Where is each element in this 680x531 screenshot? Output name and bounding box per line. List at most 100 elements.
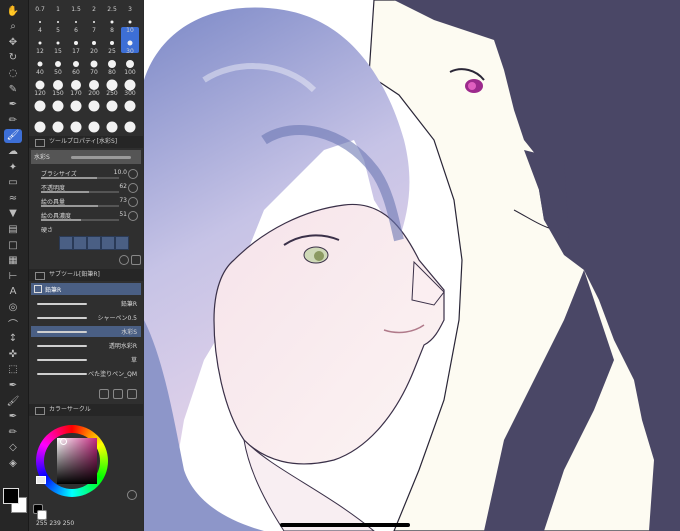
pencil2-icon[interactable]: ✏ bbox=[4, 425, 22, 439]
brush-size-dot bbox=[38, 41, 42, 45]
sub-tool-item[interactable]: 透明水彩R bbox=[31, 340, 141, 351]
brush-stroke-preview bbox=[71, 156, 131, 159]
hand-icon[interactable]: ✋ bbox=[4, 4, 22, 18]
brush-size-item[interactable] bbox=[85, 111, 103, 137]
sub-tool-header[interactable]: サブツール[鉛筆R] bbox=[29, 269, 143, 281]
balloon-icon[interactable]: ◎ bbox=[4, 300, 22, 314]
brush-size-label: 25 bbox=[108, 48, 116, 55]
hardness-step-3[interactable] bbox=[87, 236, 101, 250]
main-color-swatch[interactable] bbox=[3, 488, 19, 504]
pen2-icon[interactable]: ✒ bbox=[4, 378, 22, 392]
property-row[interactable]: ブラシサイズ 10.0 bbox=[31, 168, 141, 180]
delete-subtool-icon[interactable] bbox=[127, 389, 137, 399]
settings-icon[interactable] bbox=[127, 490, 137, 500]
pen-icon[interactable]: ✒ bbox=[4, 98, 22, 112]
property-slider[interactable] bbox=[41, 177, 119, 179]
copy-subtool-icon[interactable] bbox=[113, 389, 123, 399]
sub-tool-item[interactable]: シャーペン0.5 bbox=[31, 312, 141, 323]
pencil-icon[interactable]: ✏ bbox=[4, 113, 22, 127]
property-slider[interactable] bbox=[41, 205, 119, 207]
stroke-preview bbox=[37, 373, 87, 375]
color-circle-header[interactable]: カラーサークル bbox=[29, 404, 143, 416]
hardness-step-4[interactable] bbox=[101, 236, 115, 250]
airbrush-icon[interactable]: ☁ bbox=[4, 144, 22, 158]
brush-size-dot bbox=[106, 79, 118, 91]
sub-tool-item[interactable]: 鉛筆R bbox=[31, 298, 141, 309]
brush-name: 水彩S bbox=[34, 154, 50, 161]
brush-icon[interactable]: 🖌 bbox=[4, 128, 22, 143]
sub-color-chip[interactable] bbox=[37, 510, 47, 520]
brush-size-dot bbox=[93, 21, 95, 23]
dynamics-icon[interactable] bbox=[128, 211, 138, 221]
object-icon[interactable]: ✜ bbox=[4, 347, 22, 361]
hardness-step-5[interactable] bbox=[115, 236, 129, 250]
hardness-step-2[interactable] bbox=[73, 236, 87, 250]
select-icon[interactable]: ⬚ bbox=[4, 363, 22, 377]
stroke-preview bbox=[37, 359, 87, 361]
sub-tool-item[interactable]: 水彩S bbox=[31, 326, 141, 337]
panel-icon bbox=[35, 272, 45, 280]
brush2-icon[interactable]: 🖌 bbox=[4, 394, 22, 408]
property-row[interactable]: 不透明度 62 bbox=[31, 182, 141, 194]
brush-size-label: 0.7 bbox=[35, 6, 45, 13]
hue-indicator[interactable] bbox=[36, 476, 46, 484]
shape-icon[interactable]: ◇ bbox=[4, 441, 22, 455]
ruler-icon[interactable]: ⊢ bbox=[4, 269, 22, 283]
brush-size-dot bbox=[126, 60, 134, 68]
eyedropper-icon[interactable]: ✎ bbox=[4, 82, 22, 96]
brush-size-label: 250 bbox=[106, 90, 118, 97]
brush-size-dot bbox=[34, 100, 46, 112]
brush-size-item[interactable] bbox=[31, 111, 49, 137]
fill2-icon[interactable]: ◈ bbox=[4, 456, 22, 470]
property-value: 62 bbox=[119, 183, 127, 190]
color-circle-title: カラーサークル bbox=[49, 406, 91, 413]
brush-size-label: 200 bbox=[88, 90, 100, 97]
move-icon[interactable]: ✥ bbox=[4, 35, 22, 49]
zoom-icon[interactable]: ⌕ bbox=[4, 20, 22, 34]
brush-size-label: 120 bbox=[34, 90, 46, 97]
rotate-icon[interactable]: ↻ bbox=[4, 51, 22, 65]
lasso-icon[interactable]: ◌ bbox=[4, 66, 22, 80]
brush-size-label: 2.5 bbox=[107, 6, 117, 13]
hardness-step-1[interactable] bbox=[59, 236, 73, 250]
layer-move-icon[interactable]: ↕ bbox=[4, 332, 22, 346]
wrench-icon[interactable] bbox=[131, 255, 141, 265]
pen3-icon[interactable]: ✒ bbox=[4, 410, 22, 424]
fill-icon[interactable]: ▼ bbox=[4, 207, 22, 221]
figure-icon[interactable]: □ bbox=[4, 238, 22, 252]
text-icon[interactable]: A bbox=[4, 285, 22, 299]
dynamics-icon[interactable] bbox=[128, 169, 138, 179]
brush-size-label: 300 bbox=[124, 90, 136, 97]
brush-size-dot bbox=[108, 60, 116, 68]
brush-size-label: 6 bbox=[74, 27, 78, 34]
decoration-icon[interactable]: ✦ bbox=[4, 160, 22, 174]
canvas[interactable] bbox=[144, 0, 680, 531]
correct-line-icon[interactable]: ⌒ bbox=[4, 316, 22, 331]
property-row[interactable]: 絵の具量 73 bbox=[31, 196, 141, 208]
brush-size-item[interactable] bbox=[67, 111, 85, 137]
property-slider[interactable] bbox=[41, 219, 119, 221]
brush-size-item[interactable] bbox=[103, 111, 121, 137]
eraser-icon[interactable]: ▭ bbox=[4, 176, 22, 190]
add-subtool-icon[interactable] bbox=[99, 389, 109, 399]
brush-size-dot bbox=[124, 100, 136, 112]
sub-tool-name: 透明水彩R bbox=[108, 343, 137, 350]
property-row[interactable]: 絵の具濃度 51 bbox=[31, 210, 141, 222]
brush-size-item[interactable] bbox=[121, 111, 139, 137]
dynamics-icon[interactable] bbox=[128, 197, 138, 207]
dynamics-icon[interactable] bbox=[128, 183, 138, 193]
sub-tool-item[interactable]: べた塗りペン_QM bbox=[31, 368, 141, 379]
tool-property-header[interactable]: ツールプロパティ[水彩S] bbox=[29, 136, 143, 148]
property-slider[interactable] bbox=[41, 191, 119, 193]
gradient-icon[interactable]: ▤ bbox=[4, 222, 22, 236]
brush-size-dot bbox=[56, 41, 60, 45]
brush-size-label: 60 bbox=[72, 69, 80, 76]
brush-size-item[interactable] bbox=[49, 111, 67, 137]
frame-icon[interactable]: ▦ bbox=[4, 254, 22, 268]
sub-tool-item[interactable]: 草 bbox=[31, 354, 141, 365]
blend-icon[interactable]: ≈ bbox=[4, 191, 22, 205]
stroke-preview bbox=[37, 345, 87, 347]
settings-icon[interactable] bbox=[119, 255, 129, 265]
sub-tool-group-tab[interactable]: 鉛筆R bbox=[31, 283, 141, 295]
color-picker-cursor[interactable] bbox=[60, 438, 67, 445]
